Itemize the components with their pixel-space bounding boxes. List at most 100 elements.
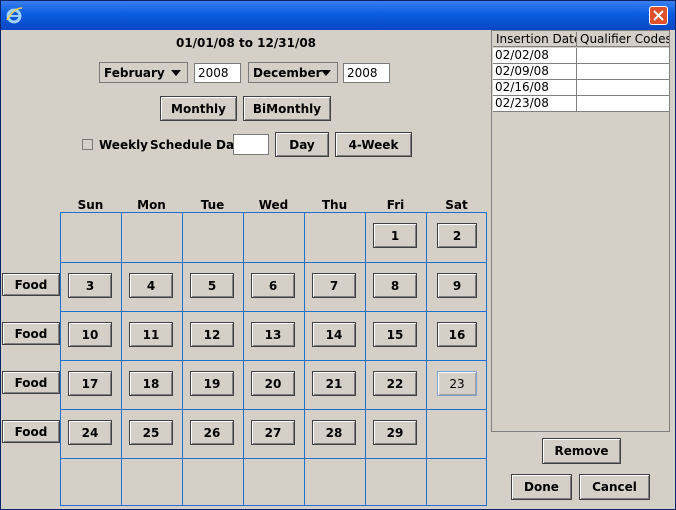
food-button-week-5[interactable]: Food (2, 420, 60, 443)
calendar-cell: 6 (244, 263, 305, 312)
day-button-25[interactable]: 25 (129, 420, 173, 445)
day-button-12[interactable]: 12 (190, 322, 234, 347)
dialog-window: 01/01/08 to 12/31/08 February 2008 Decem… (0, 0, 676, 510)
end-year-field[interactable]: 2008 (343, 63, 390, 83)
calendar-cell: 9 (427, 263, 487, 312)
calendar-cell: 8 (366, 263, 427, 312)
insertion-date-cell[interactable]: 02/23/08 (493, 96, 577, 112)
day-button-26[interactable]: 26 (190, 420, 234, 445)
column-header-qualifier-codes[interactable]: Qualifier Codes (577, 32, 670, 47)
monthly-button[interactable]: Monthly (160, 96, 237, 121)
calendar-cell: 14 (305, 312, 366, 361)
bimonthly-button[interactable]: BiMonthly (243, 96, 331, 121)
schedule-day-field[interactable] (233, 134, 269, 155)
day-button-4[interactable]: 4 (129, 273, 173, 298)
table-row[interactable]: 02/09/08 (493, 64, 670, 80)
insertion-date-cell[interactable]: 02/02/08 (493, 48, 577, 64)
calendar-cell (366, 459, 427, 506)
calendar-cell: 11 (122, 312, 183, 361)
day-button-10[interactable]: 10 (68, 322, 112, 347)
calendar-cell: 21 (305, 361, 366, 410)
close-icon (653, 10, 664, 21)
weekday-header-mon: Mon (137, 198, 166, 212)
insertion-table-header: Insertion Date Qualifier Codes (493, 32, 670, 47)
qualifier-codes-cell[interactable] (577, 96, 670, 112)
day-button-20[interactable]: 20 (251, 371, 295, 396)
table-row[interactable]: 02/23/08 (493, 96, 670, 112)
calendar-cell: 28 (305, 410, 366, 459)
date-range-label: 01/01/08 to 12/31/08 (175, 36, 317, 50)
day-button-14[interactable]: 14 (312, 322, 356, 347)
calendar-cell: 29 (366, 410, 427, 459)
qualifier-codes-cell[interactable] (577, 64, 670, 80)
calendar-cell (305, 213, 366, 263)
end-month-select[interactable]: December (248, 62, 338, 83)
day-button-15[interactable]: 15 (373, 322, 417, 347)
four-week-button[interactable]: 4-Week (335, 132, 412, 157)
day-button-27[interactable]: 27 (251, 420, 295, 445)
title-bar[interactable] (1, 1, 675, 30)
start-month-select[interactable]: February (99, 62, 188, 83)
day-button-29[interactable]: 29 (373, 420, 417, 445)
day-button-28[interactable]: 28 (312, 420, 356, 445)
day-button-13[interactable]: 13 (251, 322, 295, 347)
end-month-value: December (253, 66, 322, 80)
insertion-date-cell[interactable]: 02/16/08 (493, 80, 577, 96)
close-button[interactable] (649, 6, 668, 25)
day-button-17[interactable]: 17 (68, 371, 112, 396)
done-button[interactable]: Done (511, 474, 572, 500)
day-button-11[interactable]: 11 (129, 322, 173, 347)
day-button-23[interactable]: 23 (437, 371, 477, 396)
calendar-grid: 1 2 3 4 5 6 7 8 9 10 11 12 13 14 15 16 17 18 19 20 21 22 23 24 2… (60, 212, 487, 506)
calendar-cell: 7 (305, 263, 366, 312)
table-row[interactable]: 02/02/08 (493, 48, 670, 64)
calendar-cell: 3 (61, 263, 122, 312)
weekly-checkbox[interactable] (82, 139, 93, 150)
day-button-8[interactable]: 8 (373, 273, 417, 298)
calendar-cell: 24 (61, 410, 122, 459)
food-button-week-3[interactable]: Food (2, 322, 60, 345)
food-button-week-4[interactable]: Food (2, 371, 60, 394)
calendar-cell: 19 (183, 361, 244, 410)
calendar-cell (427, 410, 487, 459)
table-row[interactable]: 02/16/08 (493, 80, 670, 96)
day-button[interactable]: Day (275, 132, 329, 157)
day-button-18[interactable]: 18 (129, 371, 173, 396)
weekday-header-tue: Tue (200, 198, 225, 212)
day-button-1[interactable]: 1 (373, 223, 417, 248)
day-button-9[interactable]: 9 (437, 273, 477, 298)
weekday-header-thu: Thu (321, 198, 348, 212)
day-button-5[interactable]: 5 (190, 273, 234, 298)
remove-button[interactable]: Remove (542, 438, 621, 464)
calendar-cell: 18 (122, 361, 183, 410)
weekday-header-sun: Sun (77, 198, 104, 212)
insertion-date-cell[interactable]: 02/09/08 (493, 64, 577, 80)
start-year-field[interactable]: 2008 (194, 63, 241, 83)
client-area: 01/01/08 to 12/31/08 February 2008 Decem… (1, 30, 675, 509)
calendar-cell: 26 (183, 410, 244, 459)
internet-explorer-icon (6, 7, 23, 24)
day-button-6[interactable]: 6 (251, 273, 295, 298)
qualifier-codes-cell[interactable] (577, 48, 670, 64)
day-button-22[interactable]: 22 (373, 371, 417, 396)
calendar-cell: 20 (244, 361, 305, 410)
calendar-cell: 2 (427, 213, 487, 263)
day-button-7[interactable]: 7 (312, 273, 356, 298)
calendar-cell (122, 213, 183, 263)
day-button-19[interactable]: 19 (190, 371, 234, 396)
calendar-cell (305, 459, 366, 506)
day-button-21[interactable]: 21 (312, 371, 356, 396)
cancel-button[interactable]: Cancel (579, 474, 650, 500)
food-button-week-2[interactable]: Food (2, 273, 60, 296)
column-header-insertion-date[interactable]: Insertion Date (493, 32, 577, 47)
day-button-16[interactable]: 16 (437, 322, 477, 347)
calendar-cell: 23 (427, 361, 487, 410)
calendar-cell (122, 459, 183, 506)
qualifier-codes-cell[interactable] (577, 80, 670, 96)
day-button-24[interactable]: 24 (68, 420, 112, 445)
day-button-2[interactable]: 2 (437, 223, 477, 248)
calendar-cell (183, 213, 244, 263)
calendar-cell: 25 (122, 410, 183, 459)
start-month-value: February (104, 66, 165, 80)
day-button-3[interactable]: 3 (68, 273, 112, 298)
